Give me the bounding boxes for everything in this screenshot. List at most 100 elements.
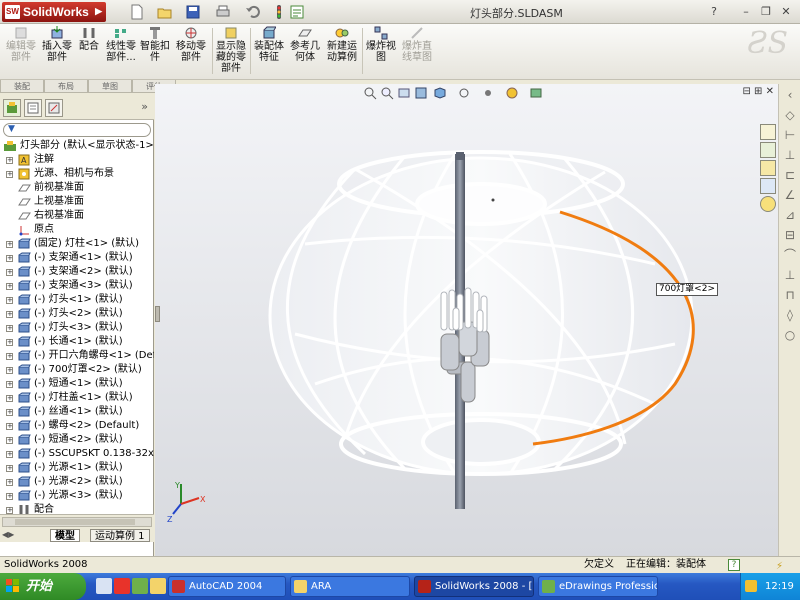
tree-item[interactable]: + A 注解 <box>0 153 154 167</box>
tree-filter-input[interactable]: ▼ <box>3 123 151 137</box>
expand-toggle-icon[interactable]: + <box>6 395 13 402</box>
expand-toggle-icon[interactable]: + <box>6 451 13 458</box>
close-button[interactable]: ✕ <box>778 4 794 20</box>
linear-pattern-button[interactable]: 线性零 部件... <box>104 26 138 63</box>
expand-toggle-icon[interactable]: + <box>6 157 13 164</box>
baseline-dimension-icon[interactable]: ⊟ <box>783 228 797 242</box>
rebuild-icon[interactable] <box>270 3 288 21</box>
tree-item[interactable]: 前视基准面 <box>0 181 154 195</box>
tree-item[interactable]: + (-) 灯柱盖<1> (默认) <box>0 391 154 405</box>
edit-component-button[interactable]: 编辑零 部件 <box>4 26 38 63</box>
tree-item[interactable]: 右视基准面 <box>0 209 154 223</box>
tree-item[interactable]: + (-) 灯头<2> (默认) <box>0 307 154 321</box>
tree-item[interactable]: 原点 <box>0 223 154 237</box>
assembly-model-view[interactable]: Y X Z <box>155 84 778 556</box>
help-icon[interactable]: ? <box>728 559 740 571</box>
move-component-button[interactable]: 移动零 部件 <box>174 26 208 63</box>
tray-app-icon[interactable] <box>745 580 757 592</box>
task-ara-folder[interactable]: ARA <box>290 576 410 597</box>
tab-sketch[interactable]: 草图 <box>88 80 132 93</box>
task-solidworks[interactable]: SolidWorks 2008 - [... <box>414 576 534 597</box>
view-orientation-icon[interactable] <box>433 86 447 100</box>
rebuild-indicator-icon[interactable]: ⚡ <box>776 559 790 572</box>
tree-item[interactable]: + (-) 700灯罩<2> (默认) <box>0 363 154 377</box>
design-library-icon[interactable] <box>760 142 776 158</box>
expand-toggle-icon[interactable]: + <box>6 353 13 360</box>
expand-toggle-icon[interactable]: + <box>6 297 13 304</box>
smart-dimension-icon[interactable]: ◇ <box>783 108 797 122</box>
expand-toggle-icon[interactable]: + <box>6 283 13 290</box>
hide-show-icon[interactable] <box>481 86 495 100</box>
model-tab[interactable]: 模型 <box>50 529 80 542</box>
expand-toggle-icon[interactable]: + <box>6 269 13 276</box>
expand-toggle-icon[interactable]: + <box>6 493 13 500</box>
tree-item[interactable]: + (-) 开口六角螺母<1> (Default <box>0 349 154 363</box>
ordinate-dimension-icon[interactable]: ⊏ <box>783 168 797 182</box>
tree-item[interactable]: + 光源、相机与布景 <box>0 167 154 181</box>
property-manager-tab[interactable] <box>24 99 42 117</box>
panel-splitter-handle[interactable] <box>155 306 160 322</box>
component-callout[interactable]: 700灯罩<2> <box>656 283 718 296</box>
expand-toggle-icon[interactable]: + <box>6 241 13 248</box>
options-icon[interactable] <box>288 3 306 21</box>
new-document-icon[interactable] <box>128 3 146 21</box>
file-explorer-icon[interactable] <box>760 160 776 176</box>
expand-toggle-icon[interactable]: + <box>6 409 13 416</box>
solidworks-resources-icon[interactable] <box>760 124 776 140</box>
horizontal-scrollbar[interactable] <box>2 517 152 527</box>
edit-appearance-icon[interactable] <box>505 86 519 100</box>
expand-panel-icon[interactable]: » <box>141 100 148 113</box>
expand-toggle-icon[interactable]: + <box>6 479 13 486</box>
apply-scene-icon[interactable] <box>529 86 543 100</box>
tree-item[interactable]: + (-) 短通<1> (默认) <box>0 377 154 391</box>
relations-icon[interactable]: ⊥ <box>783 268 797 282</box>
view-palette-icon[interactable] <box>760 178 776 194</box>
tab-scroll-arrows[interactable]: ◀▶ <box>2 530 14 539</box>
show-desktop-icon[interactable] <box>96 578 112 594</box>
expand-toggle-icon[interactable]: + <box>6 507 13 514</box>
tree-root-assembly[interactable]: 灯头部分 (默认<显示状态-1>) <box>0 139 154 153</box>
tree-item[interactable]: + (-) 光源<1> (默认) <box>0 461 154 475</box>
tree-item[interactable]: + (-) 光源<3> (默认) <box>0 489 154 503</box>
configuration-manager-tab[interactable] <box>45 99 63 117</box>
start-button[interactable]: 开始 <box>0 573 86 600</box>
expand-toggle-icon[interactable]: + <box>6 465 13 472</box>
explode-line-sketch-button[interactable]: 爆炸直 线草图 <box>400 26 434 63</box>
zoom-to-fit-icon[interactable] <box>363 86 377 100</box>
tab-layout[interactable]: 布局 <box>44 80 88 93</box>
angle-dimension-icon[interactable]: ∠ <box>783 188 797 202</box>
tree-item[interactable]: + (-) 支架通<3> (默认) <box>0 279 154 293</box>
minimize-button[interactable]: – <box>738 4 754 20</box>
print-icon[interactable] <box>214 3 232 21</box>
tree-item[interactable]: + (-) 丝通<1> (默认) <box>0 405 154 419</box>
assembly-features-button[interactable]: 装配体 特征 <box>252 26 286 63</box>
tree-item[interactable]: + (-) 光源<2> (默认) <box>0 475 154 489</box>
chamfer-dimension-icon[interactable]: ⊿ <box>783 208 797 222</box>
graphics-area[interactable]: Y X Z ⊟ ⊞ ✕ 700灯罩<2> <box>155 84 778 556</box>
exploded-view-button[interactable]: 爆炸视 图 <box>364 26 398 63</box>
previous-view-icon[interactable] <box>397 86 411 100</box>
tab-assembly[interactable]: 装配 <box>0 80 44 93</box>
tree-item[interactable]: + (-) 灯头<1> (默认) <box>0 293 154 307</box>
expand-toggle-icon[interactable]: + <box>6 367 13 374</box>
reference-geometry-button[interactable]: 参考几 何体 <box>288 26 322 63</box>
folder-quicklaunch-icon[interactable] <box>150 578 166 594</box>
appearances-icon[interactable] <box>760 196 776 212</box>
show-hidden-components-button[interactable]: 显示隐 藏的零 部件 <box>214 26 248 74</box>
clock[interactable]: 12:19 <box>765 573 794 600</box>
tangent-icon[interactable]: ○ <box>783 328 797 342</box>
open-icon[interactable] <box>156 3 174 21</box>
task-autocad[interactable]: AutoCAD 2004 <box>168 576 286 597</box>
expand-toggle-icon[interactable]: + <box>6 171 13 178</box>
help-button[interactable]: ? <box>706 4 722 20</box>
horizontal-dimension-icon[interactable]: ⊢ <box>783 128 797 142</box>
mate-button[interactable]: 配合 <box>76 26 102 52</box>
save-icon[interactable] <box>184 3 202 21</box>
tree-item[interactable]: + (-) 支架通<2> (默认) <box>0 265 154 279</box>
new-motion-study-button[interactable]: 新建运 动算例 <box>324 26 360 63</box>
fix-icon[interactable]: ⊓ <box>783 288 797 302</box>
tree-item[interactable]: 上视基准面 <box>0 195 154 209</box>
tree-item[interactable]: + (-) 支架通<1> (默认) <box>0 251 154 265</box>
edrawings-quicklaunch-icon[interactable] <box>132 578 148 594</box>
expand-toggle-icon[interactable]: + <box>6 325 13 332</box>
